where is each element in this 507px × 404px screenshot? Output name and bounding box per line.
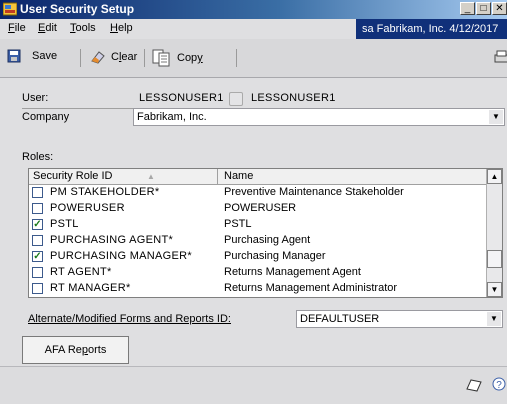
role-name: Returns Management Agent [224, 266, 361, 278]
scroll-down-icon[interactable]: ▼ [487, 282, 502, 297]
role-name: PSTL [224, 218, 252, 230]
role-id: PURCHASING MANAGER* [50, 250, 192, 262]
print-icon[interactable] [494, 49, 507, 65]
roles-label: Roles: [22, 151, 54, 163]
company-select[interactable]: Fabrikam, Inc. ▼ [133, 108, 505, 126]
copy-icon [152, 49, 170, 67]
status-bar: ? [0, 366, 507, 404]
table-row[interactable]: RT AGENT* Returns Management Agent [29, 265, 486, 281]
clear-button[interactable]: Clear [90, 49, 137, 65]
role-checkbox[interactable]: ✓ [32, 251, 43, 262]
role-checkbox[interactable] [32, 283, 43, 294]
role-id: RT AGENT* [50, 266, 112, 278]
svg-text:?: ? [496, 380, 502, 391]
menu-edit[interactable]: Edit [38, 22, 57, 34]
scroll-thumb[interactable] [487, 250, 502, 268]
table-row[interactable]: PURCHASING AGENT* Purchasing Agent [29, 233, 486, 249]
sort-ascending-icon: ▲ [147, 172, 155, 181]
clear-label: Clear [111, 51, 138, 63]
role-name: Preventive Maintenance Stakeholder [224, 186, 404, 198]
menu-bar: File Edit Tools Help sa Fabrikam, Inc. 4… [0, 19, 507, 39]
role-id: PM STAKEHOLDER* [50, 186, 160, 198]
col-name[interactable]: Name [224, 170, 253, 182]
column-divider [217, 169, 218, 184]
role-name: POWERUSER [224, 202, 297, 214]
copy-label: Copy [177, 52, 203, 64]
app-icon [3, 2, 17, 16]
role-id: POWERUSER [50, 202, 125, 214]
table-row[interactable]: ✓ PSTL PSTL [29, 217, 486, 233]
company-value: Fabrikam, Inc. [137, 111, 207, 123]
save-label: Save [32, 50, 58, 62]
col-security-role-id[interactable]: Security Role ID [33, 170, 112, 182]
alt-forms-label: Alternate/Modified Forms and Reports ID: [28, 313, 231, 325]
toolbar: Save Clear Copy [0, 39, 507, 78]
toolbar-separator [236, 49, 237, 67]
maximize-button[interactable]: □ [476, 2, 491, 15]
copy-button[interactable]: Copy [152, 49, 203, 67]
session-info: sa Fabrikam, Inc. 4/12/2017 [356, 19, 507, 39]
eraser-icon [91, 51, 105, 64]
alt-forms-select[interactable]: DEFAULTUSER ▼ [296, 310, 503, 328]
close-button[interactable]: ✕ [492, 2, 507, 15]
table-row[interactable]: RT MANAGER* Returns Management Administra… [29, 281, 486, 297]
user-id-value: LESSONUSER1 [139, 92, 224, 104]
role-id: RT MANAGER* [50, 282, 131, 294]
role-checkbox[interactable] [32, 267, 43, 278]
role-id: PSTL [50, 218, 79, 230]
company-row: Company Fabrikam, Inc. ▼ [22, 108, 505, 126]
role-checkbox[interactable] [32, 187, 43, 198]
note-icon[interactable] [466, 378, 482, 392]
table-row[interactable]: POWERUSER POWERUSER [29, 201, 486, 217]
table-row[interactable]: PM STAKEHOLDER* Preventive Maintenance St… [29, 185, 486, 201]
user-row: User: LESSONUSER1 LESSONUSER1 [22, 90, 505, 109]
user-name-value: LESSONUSER1 [251, 92, 336, 104]
role-id: PURCHASING AGENT* [50, 234, 174, 246]
roles-scrollbar[interactable]: ▲ ▼ [486, 169, 502, 297]
toolbar-separator [80, 49, 81, 67]
role-checkbox[interactable]: ✓ [32, 219, 43, 230]
afa-reports-button[interactable]: AFA Reports [22, 336, 129, 364]
role-name: Purchasing Manager [224, 250, 326, 262]
save-button[interactable]: Save [7, 49, 57, 63]
role-checkbox[interactable] [32, 203, 43, 214]
roles-grid: Security Role ID ▲ Name PM STAKEHOLDER* P… [28, 168, 503, 298]
table-row[interactable]: ✓ PURCHASING MANAGER* Purchasing Manager [29, 249, 486, 265]
chevron-down-icon[interactable]: ▼ [487, 312, 501, 326]
menu-help[interactable]: Help [110, 22, 133, 34]
roles-grid-header: Security Role ID ▲ Name [29, 169, 486, 185]
chevron-down-icon[interactable]: ▼ [489, 110, 503, 124]
role-checkbox[interactable] [32, 235, 43, 246]
save-icon [7, 49, 21, 63]
user-lookup-icon[interactable] [229, 92, 243, 106]
alt-forms-value: DEFAULTUSER [300, 313, 380, 325]
user-label: User: [22, 92, 49, 104]
scroll-up-icon[interactable]: ▲ [487, 169, 502, 184]
role-name: Purchasing Agent [224, 234, 311, 246]
window-title: User Security Setup [20, 2, 135, 16]
menu-tools[interactable]: Tools [70, 22, 96, 34]
minimize-button[interactable]: _ [460, 2, 475, 15]
menu-file[interactable]: File [8, 22, 26, 34]
company-label: Company [22, 111, 70, 123]
help-icon[interactable]: ? [492, 377, 506, 391]
role-name: Returns Management Administrator [224, 282, 398, 294]
toolbar-separator [144, 49, 145, 67]
title-bar[interactable]: User Security Setup _ □ ✕ [0, 0, 507, 19]
